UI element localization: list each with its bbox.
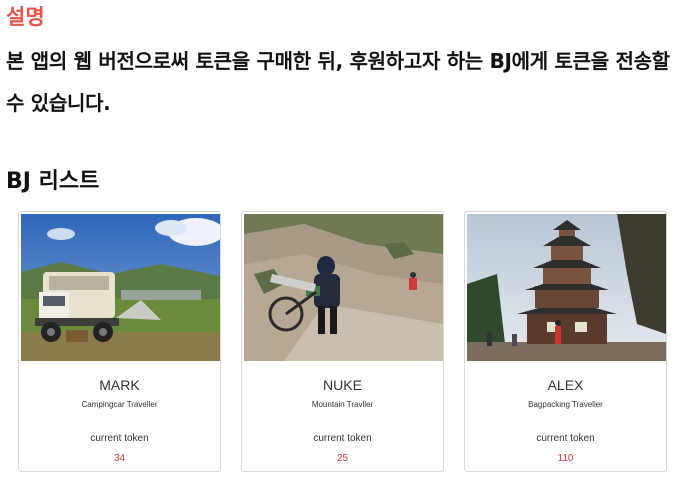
japanese-castle-photo[interactable] [467,214,666,361]
mountain-hiker-photo[interactable] [244,214,443,361]
token-value: 25 [336,453,349,464]
bj-subtitle: Mountain Travller [311,400,374,409]
bj-name: ALEX [547,377,584,393]
bj-subtitle: Campingcar Traveller [81,400,158,409]
token-value: 34 [113,453,126,464]
bj-card-nuke[interactable]: NUKE Mountain Travller current token 25 [241,211,444,472]
bj-card-list: MARK Campingcar Traveller current token … [18,211,678,475]
bj-card-mark[interactable]: MARK Campingcar Traveller current token … [18,211,221,472]
bj-list-heading: BJ 리스트 [6,169,100,194]
bj-name: NUKE [323,377,362,393]
section-title: 설명 [6,5,45,29]
bj-subtitle: Bagpacking Traveller [528,400,603,409]
token-label: current token [90,433,149,444]
bj-name: MARK [99,377,140,393]
token-value: 110 [557,453,574,464]
camping-truck-photo[interactable] [21,214,220,361]
bj-card-alex[interactable]: ALEX Bagpacking Traveller current token … [464,211,667,472]
description-text: 본 앱의 웹 버전으로써 토큰을 구매한 뒤, 후원하고자 하는 BJ에게 토큰… [6,49,670,115]
token-label: current token [536,433,595,444]
page: 설명 본 앱의 웹 버전으로써 토큰을 구매한 뒤, 후원하고자 하는 BJ에게… [0,0,693,485]
token-label: current token [313,433,372,444]
